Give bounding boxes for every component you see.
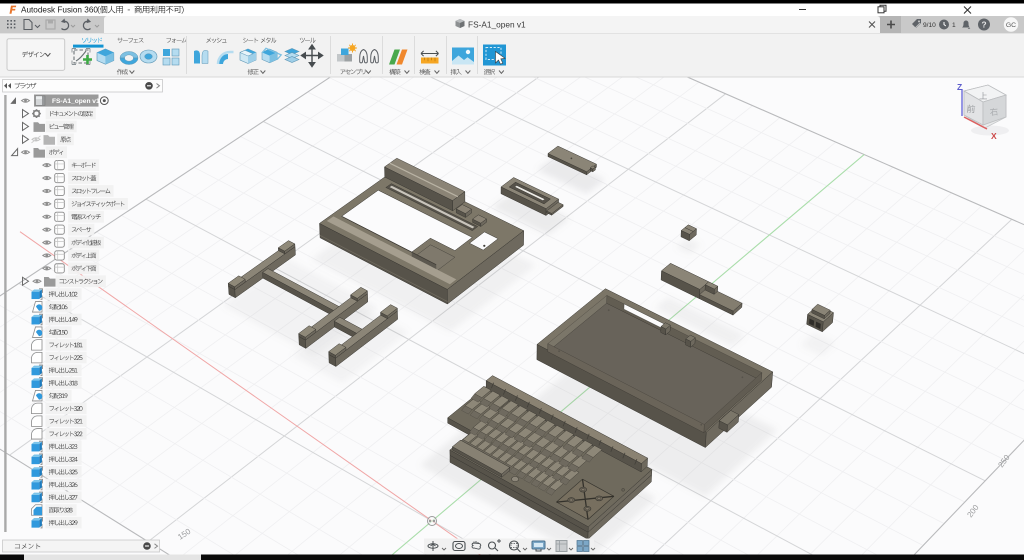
- svg-text:9/10: 9/10: [923, 22, 936, 29]
- svg-text:GC: GC: [1006, 22, 1016, 29]
- svg-text:FS-A1_open v1: FS-A1_open v1: [468, 20, 526, 30]
- svg-text:Autodesk Fusion 360: Autodesk Fusion 360: [21, 5, 98, 14]
- svg-text:X: X: [991, 131, 997, 141]
- svg-text:FS-A1_open v1: FS-A1_open v1: [52, 98, 100, 105]
- svg-text:Z: Z: [957, 82, 962, 92]
- svg-text:?: ?: [981, 20, 986, 30]
- svg-text:1: 1: [952, 22, 956, 29]
